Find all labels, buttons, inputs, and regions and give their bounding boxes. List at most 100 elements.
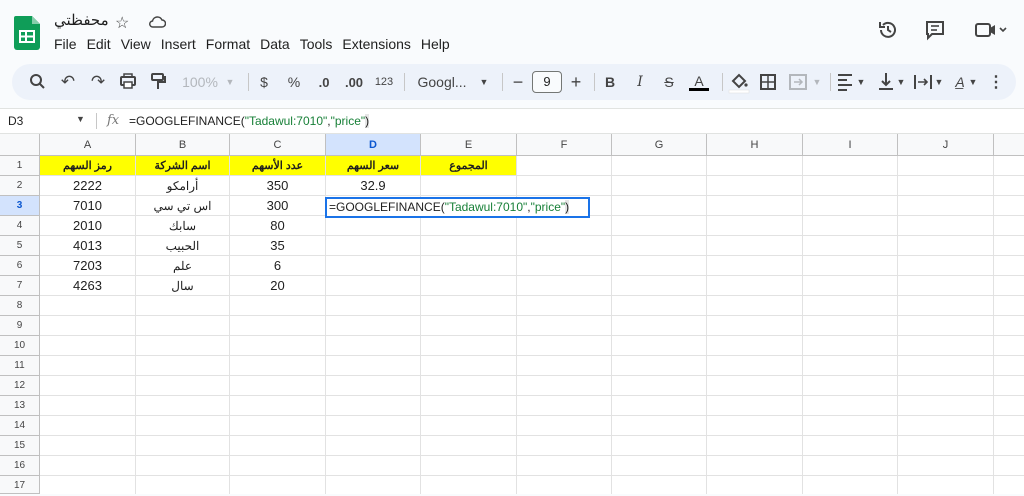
halign-dropdown-icon[interactable]: ▼ (856, 64, 866, 100)
cell-c4[interactable]: 80 (230, 216, 326, 236)
more-options-icon[interactable]: ⋮ (988, 64, 1004, 100)
cell-a4[interactable]: 2010 (40, 216, 136, 236)
cell-c2[interactable]: 350 (230, 176, 326, 196)
menu-format[interactable]: Format (206, 36, 257, 52)
select-all-corner[interactable] (0, 134, 40, 156)
currency-format-button[interactable]: $ (256, 64, 272, 100)
cell-c5[interactable]: 35 (230, 236, 326, 256)
star-icon[interactable]: ☆ (115, 13, 129, 33)
cell-b4[interactable]: سابك (136, 216, 230, 236)
name-box[interactable]: D3 (8, 114, 23, 128)
column-header-k[interactable] (994, 134, 1024, 156)
row-header-6[interactable]: 6 (0, 256, 40, 276)
menu-file[interactable]: File (54, 36, 84, 52)
column-header-i[interactable]: I (803, 134, 898, 156)
cell-b1[interactable]: اسم الشركة (136, 156, 230, 176)
column-header-b[interactable]: B (136, 134, 230, 156)
comments-icon[interactable] (924, 19, 946, 41)
column-header-d[interactable]: D (326, 134, 421, 156)
row-header-14[interactable]: 14 (0, 416, 40, 436)
row-header-8[interactable]: 8 (0, 296, 40, 316)
row-header-1[interactable]: 1 (0, 156, 40, 176)
menu-data[interactable]: Data (260, 36, 297, 52)
cell-b7[interactable]: سال (136, 276, 230, 296)
text-wrapping-icon[interactable] (912, 64, 934, 100)
formula-input[interactable]: =GOOGLEFINANCE("Tadawul:7010","price") (129, 114, 370, 128)
rotation-dropdown-icon[interactable]: ▼ (968, 64, 978, 100)
menu-insert[interactable]: Insert (161, 36, 203, 52)
cell-c6[interactable]: 6 (230, 256, 326, 276)
row-header-3[interactable]: 3 (0, 196, 40, 216)
row-header-10[interactable]: 10 (0, 336, 40, 356)
menu-edit[interactable]: Edit (87, 36, 118, 52)
cell-a2[interactable]: 2222 (40, 176, 136, 196)
undo-icon[interactable]: ↶ (58, 64, 78, 100)
column-header-f[interactable]: F (517, 134, 612, 156)
row-header-16[interactable]: 16 (0, 456, 40, 476)
menu-tools[interactable]: Tools (300, 36, 340, 52)
column-header-j[interactable]: J (898, 134, 994, 156)
more-formats-button[interactable]: 123 (372, 64, 396, 100)
cell-b2[interactable]: أرامكو (136, 176, 230, 196)
text-rotation-icon[interactable]: A̲ (950, 64, 970, 100)
horizontal-align-icon[interactable] (836, 64, 856, 100)
column-header-a[interactable]: A (40, 134, 136, 156)
cell-a3[interactable]: 7010 (40, 196, 136, 216)
merge-dropdown-icon[interactable]: ▼ (812, 64, 822, 100)
menu-view[interactable]: View (121, 36, 158, 52)
row-header-4[interactable]: 4 (0, 216, 40, 236)
row-header-2[interactable]: 2 (0, 176, 40, 196)
font-family-select[interactable]: Googl... (414, 64, 470, 100)
row-header-12[interactable]: 12 (0, 376, 40, 396)
percent-format-button[interactable]: % (284, 64, 304, 100)
sheets-logo-icon[interactable] (14, 16, 40, 50)
search-menus-icon[interactable] (28, 64, 48, 100)
cell-b5[interactable]: الحبيب (136, 236, 230, 256)
decrease-font-size-icon[interactable]: − (510, 64, 526, 100)
cloud-saved-icon[interactable] (148, 15, 166, 29)
row-header-11[interactable]: 11 (0, 356, 40, 376)
decrease-decimal-button[interactable]: .0 (312, 64, 336, 100)
name-box-dropdown-icon[interactable]: ▼ (76, 114, 85, 124)
cell-b3[interactable]: اس تي سي (136, 196, 230, 216)
row-header-7[interactable]: 7 (0, 276, 40, 296)
menu-extensions[interactable]: Extensions (342, 36, 417, 52)
zoom-dropdown-icon[interactable]: ▼ (224, 64, 236, 100)
cell-a7[interactable]: 4263 (40, 276, 136, 296)
menu-help[interactable]: Help (421, 36, 457, 52)
row-header-13[interactable]: 13 (0, 396, 40, 416)
zoom-select[interactable]: 100% (178, 64, 222, 100)
increase-font-size-icon[interactable]: + (568, 64, 584, 100)
paint-format-icon[interactable] (148, 64, 168, 100)
increase-decimal-button[interactable]: .00 (340, 64, 368, 100)
cell-e1[interactable]: المجموع (421, 156, 517, 176)
fill-color-icon[interactable] (728, 64, 750, 100)
font-size-input[interactable]: 9 (532, 71, 562, 93)
wrap-dropdown-icon[interactable]: ▼ (934, 64, 944, 100)
column-header-h[interactable]: H (707, 134, 803, 156)
document-title[interactable]: محفظتي (54, 11, 109, 29)
column-header-g[interactable]: G (612, 134, 707, 156)
redo-icon[interactable]: ↷ (88, 64, 108, 100)
active-cell-editor-d3[interactable]: =GOOGLEFINANCE("Tadawul:7010","price") (325, 197, 590, 218)
row-header-15[interactable]: 15 (0, 436, 40, 456)
row-header-17[interactable]: 17 (0, 476, 40, 494)
strikethrough-icon[interactable]: S (660, 64, 678, 100)
cell-c1[interactable]: عدد الأسهم (230, 156, 326, 176)
row-header-5[interactable]: 5 (0, 236, 40, 256)
vertical-align-icon[interactable] (876, 64, 896, 100)
cell-c7[interactable]: 20 (230, 276, 326, 296)
bold-button[interactable]: B (602, 64, 618, 100)
spreadsheet-grid[interactable]: A B C D E F G H I J 1 2 3 4 5 6 7 8 9 10… (0, 134, 1024, 494)
cell-c3[interactable]: 300 (230, 196, 326, 216)
cell-b6[interactable]: علم (136, 256, 230, 276)
cell-a6[interactable]: 7203 (40, 256, 136, 276)
cell-d1[interactable]: سعر السهم (326, 156, 421, 176)
cell-d2[interactable]: 32.9 (326, 176, 421, 196)
italic-button[interactable]: I (632, 64, 648, 100)
valign-dropdown-icon[interactable]: ▼ (896, 64, 906, 100)
borders-icon[interactable] (758, 64, 778, 100)
text-color-button[interactable]: A (688, 64, 710, 100)
version-history-icon[interactable] (877, 19, 899, 41)
meet-video-icon[interactable] (974, 19, 1008, 41)
